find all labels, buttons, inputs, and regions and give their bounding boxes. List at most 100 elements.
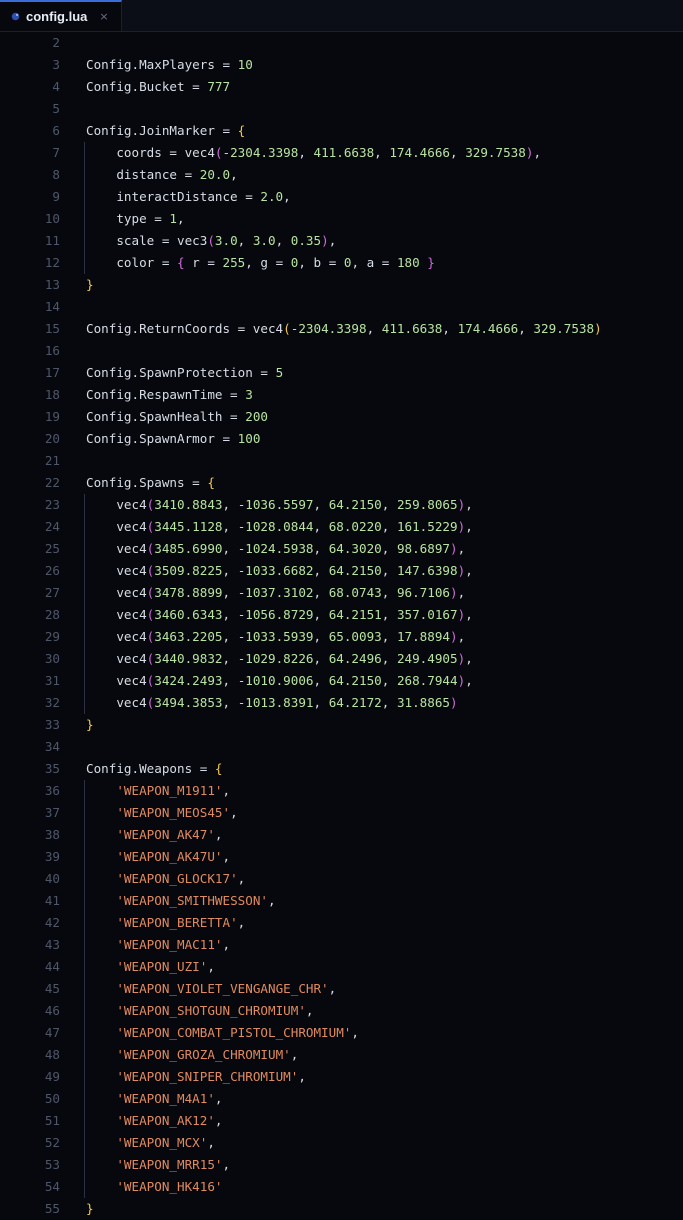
code-line[interactable]: 41 'WEAPON_SMITHWESSON', [0, 890, 683, 912]
code-token: -1033.5939 [237, 629, 314, 644]
indent-guide [84, 604, 85, 626]
code-token: 174.4666 [457, 321, 519, 336]
code-line[interactable]: 28 vec4(3460.6343, -1056.8729, 64.2151, … [0, 604, 683, 626]
code-token: 64.2150 [328, 563, 382, 578]
code-token: 357.0167 [396, 607, 458, 622]
code-line[interactable]: 48 'WEAPON_GROZA_CHROMIUM', [0, 1044, 683, 1066]
close-icon[interactable]: × [99, 10, 108, 23]
code-token: 'WEAPON_MCX' [116, 1135, 208, 1150]
code-line[interactable]: 46 'WEAPON_SHOTGUN_CHROMIUM', [0, 1000, 683, 1022]
code-token: , [313, 497, 329, 512]
line-code: 'WEAPON_HK416' [84, 1176, 683, 1198]
code-line[interactable]: 49 'WEAPON_SNIPER_CHROMIUM', [0, 1066, 683, 1088]
code-line[interactable]: 13} [0, 274, 683, 296]
code-token: r = [184, 255, 223, 270]
line-number: 14 [44, 299, 60, 314]
code-token: Config.Bucket = [86, 79, 208, 94]
code-line[interactable]: 47 'WEAPON_COMBAT_PISTOL_CHROMIUM', [0, 1022, 683, 1044]
line-number: 5 [52, 101, 60, 116]
indent-guide [84, 186, 85, 208]
code-line[interactable]: 55} [0, 1198, 683, 1220]
code-line[interactable]: 8 distance = 20.0, [0, 164, 683, 186]
code-editor[interactable]: 2 3 Config.MaxPlayers = 10 4 Config.Bucket =… [0, 32, 683, 1220]
code-token: 3424.2493 [154, 673, 223, 688]
code-line[interactable]: 4 Config.Bucket = 777 [0, 76, 683, 98]
code-line[interactable]: 40 'WEAPON_GLOCK17', [0, 868, 683, 890]
code-token: , [465, 519, 473, 534]
code-line[interactable]: 6 Config.JoinMarker = { [0, 120, 683, 142]
code-line[interactable]: 44 'WEAPON_UZI', [0, 956, 683, 978]
code-line[interactable]: 5 [0, 98, 683, 120]
line-code: 'WEAPON_AK12', [84, 1110, 683, 1132]
code-token: , [207, 959, 215, 974]
code-line[interactable]: 3 Config.MaxPlayers = 10 [0, 54, 683, 76]
code-line[interactable]: 18 Config.RespawnTime = 3 [0, 384, 683, 406]
code-line[interactable]: 25 vec4(3485.6990, -1024.5938, 64.3020, … [0, 538, 683, 560]
indent-guide [84, 164, 85, 186]
code-line[interactable]: 27 vec4(3478.8899, -1037.3102, 68.0743, … [0, 582, 683, 604]
code-line[interactable]: 19 Config.SpawnHealth = 200 [0, 406, 683, 428]
code-line[interactable]: 16 [0, 340, 683, 362]
code-line[interactable]: 7 coords = vec4(-2304.3398, 411.6638, 17… [0, 142, 683, 164]
code-line[interactable]: 33} [0, 714, 683, 736]
code-line[interactable]: 35 Config.Weapons = { [0, 758, 683, 780]
code-line[interactable]: 38 'WEAPON_AK47', [0, 824, 683, 846]
code-line[interactable]: 32 vec4(3494.3853, -1013.8391, 64.2172, … [0, 692, 683, 714]
code-line[interactable]: 37 'WEAPON_MEOS45', [0, 802, 683, 824]
line-number: 12 [44, 255, 60, 270]
code-line[interactable]: 52 'WEAPON_MCX', [0, 1132, 683, 1154]
tab-config-lua[interactable]: config.lua × [0, 0, 122, 31]
code-line[interactable]: 50 'WEAPON_M4A1', [0, 1088, 683, 1110]
code-token: , [465, 673, 473, 688]
code-line[interactable]: 10 type = 1, [0, 208, 683, 230]
code-token: , [222, 849, 231, 864]
code-token: , [298, 145, 314, 160]
code-line[interactable]: 39 'WEAPON_AK47U', [0, 846, 683, 868]
code-line[interactable]: 36 'WEAPON_M1911', [0, 780, 683, 802]
code-line[interactable]: 24 vec4(3445.1128, -1028.0844, 68.0220, … [0, 516, 683, 538]
code-token: 64.2151 [328, 607, 382, 622]
code-line[interactable]: 9 interactDistance = 2.0, [0, 186, 683, 208]
code-line[interactable]: 20 Config.SpawnArmor = 100 [0, 428, 683, 450]
code-line[interactable]: 42 'WEAPON_BERETTA', [0, 912, 683, 934]
line-code: 'WEAPON_SHOTGUN_CHROMIUM', [84, 1000, 683, 1022]
code-token: 'WEAPON_M4A1' [116, 1091, 215, 1106]
tab-bar: config.lua × [0, 0, 683, 32]
line-code: } [86, 274, 683, 296]
code-line[interactable]: 11 scale = vec3(3.0, 3.0, 0.35), [0, 230, 683, 252]
code-token: 329.7538 [533, 321, 595, 336]
code-line[interactable]: 43 'WEAPON_MAC11', [0, 934, 683, 956]
code-line[interactable]: 54 'WEAPON_HK416' [0, 1176, 683, 1198]
code-line[interactable]: 22 Config.Spawns = { [0, 472, 683, 494]
code-token: Config.Weapons = [86, 761, 215, 776]
line-number: 11 [44, 233, 60, 248]
line-code: Config.Spawns = { [86, 472, 683, 494]
code-line[interactable]: 14 [0, 296, 683, 318]
code-token: vec4 [86, 519, 147, 534]
code-line[interactable]: 2 [0, 32, 683, 54]
code-token: 'WEAPON_COMBAT_PISTOL_CHROMIUM' [116, 1025, 352, 1040]
code-token: , [457, 629, 466, 644]
code-line[interactable]: 12 color = { r = 255, g = 0, b = 0, a = … [0, 252, 683, 274]
code-line[interactable]: 21 [0, 450, 683, 472]
code-token: 174.4666 [389, 145, 451, 160]
line-code: vec4(3410.8843, -1036.5597, 64.2150, 259… [84, 494, 683, 516]
code-line[interactable]: 30 vec4(3440.9832, -1029.8226, 64.2496, … [0, 648, 683, 670]
code-token: 2.0 [260, 189, 284, 204]
code-line[interactable]: 15 Config.ReturnCoords = vec4(-2304.3398,… [0, 318, 683, 340]
code-line[interactable]: 31 vec4(3424.2493, -1010.9006, 64.2150, … [0, 670, 683, 692]
code-token: , [328, 981, 337, 996]
code-line[interactable]: 53 'WEAPON_MRR15', [0, 1154, 683, 1176]
code-line[interactable]: 51 'WEAPON_AK12', [0, 1110, 683, 1132]
code-line[interactable]: 26 vec4(3509.8225, -1033.6682, 64.2150, … [0, 560, 683, 582]
code-line[interactable]: 23 vec4(3410.8843, -1036.5597, 64.2150, … [0, 494, 683, 516]
code-line[interactable]: 29 vec4(3463.2205, -1033.5939, 65.0093, … [0, 626, 683, 648]
code-line[interactable]: 34 [0, 736, 683, 758]
code-token: -2304.3398 [290, 321, 367, 336]
code-token: 68.0220 [328, 519, 382, 534]
code-line[interactable]: 45 'WEAPON_VIOLET_VENGANGE_CHR', [0, 978, 683, 1000]
code-line[interactable]: 17 Config.SpawnProtection = 5 [0, 362, 683, 384]
